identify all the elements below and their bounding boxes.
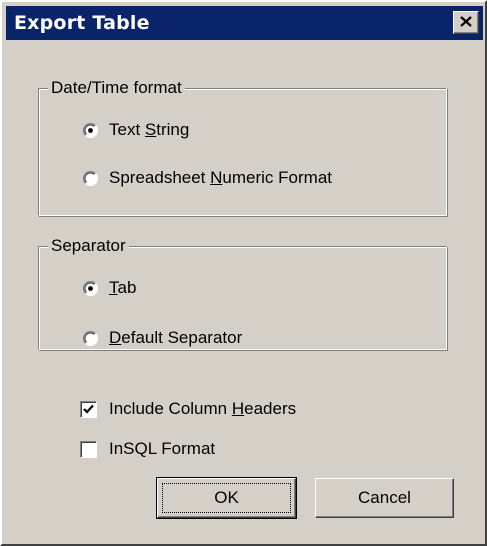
separator-group: Separator Tab Default Separator: [38, 235, 447, 350]
close-icon: [460, 16, 472, 27]
insql-format-label: InSQL Format: [109, 439, 216, 458]
radio-text-string-label: Text String: [109, 120, 190, 139]
radio-spreadsheet-numeric-format[interactable]: Spreadsheet Numeric Format: [83, 168, 332, 188]
radio-tab-label: Tab: [109, 278, 137, 297]
radio-default-separator[interactable]: Default Separator: [83, 328, 242, 348]
checkbox-icon[interactable]: [80, 440, 97, 458]
export-table-dialog: Export Table Date/Time format Text Strin…: [0, 0, 487, 546]
close-button[interactable]: [453, 11, 479, 34]
checkbox-insql-format[interactable]: InSQL Format: [80, 439, 215, 459]
radio-default-separator-label: Default Separator: [109, 328, 243, 347]
radio-text-string[interactable]: Text String: [83, 120, 189, 140]
separator-legend: Separator: [48, 235, 129, 257]
radio-button-icon[interactable]: [83, 122, 98, 138]
radio-tab[interactable]: Tab: [83, 278, 136, 298]
datetime-format-legend: Date/Time format: [48, 77, 185, 99]
cancel-button[interactable]: Cancel: [315, 478, 454, 518]
checkbox-include-column-headers[interactable]: Include Column Headers: [80, 399, 296, 419]
checkmark-icon: [83, 404, 94, 414]
radio-button-icon[interactable]: [83, 280, 98, 296]
cancel-button-label: Cancel: [358, 488, 411, 507]
checkbox-icon[interactable]: [80, 400, 97, 418]
title-bar: Export Table: [6, 6, 483, 40]
ok-button-label: OK: [214, 488, 239, 507]
dialog-title: Export Table: [14, 12, 150, 34]
radio-button-icon[interactable]: [83, 170, 98, 186]
ok-button[interactable]: OK: [156, 477, 297, 519]
radio-button-icon[interactable]: [83, 330, 98, 346]
radio-spreadsheet-numeric-format-label: Spreadsheet Numeric Format: [109, 168, 332, 187]
include-column-headers-label: Include Column Headers: [109, 399, 297, 418]
datetime-format-group: Date/Time format Text String Spreadsheet…: [38, 77, 447, 216]
